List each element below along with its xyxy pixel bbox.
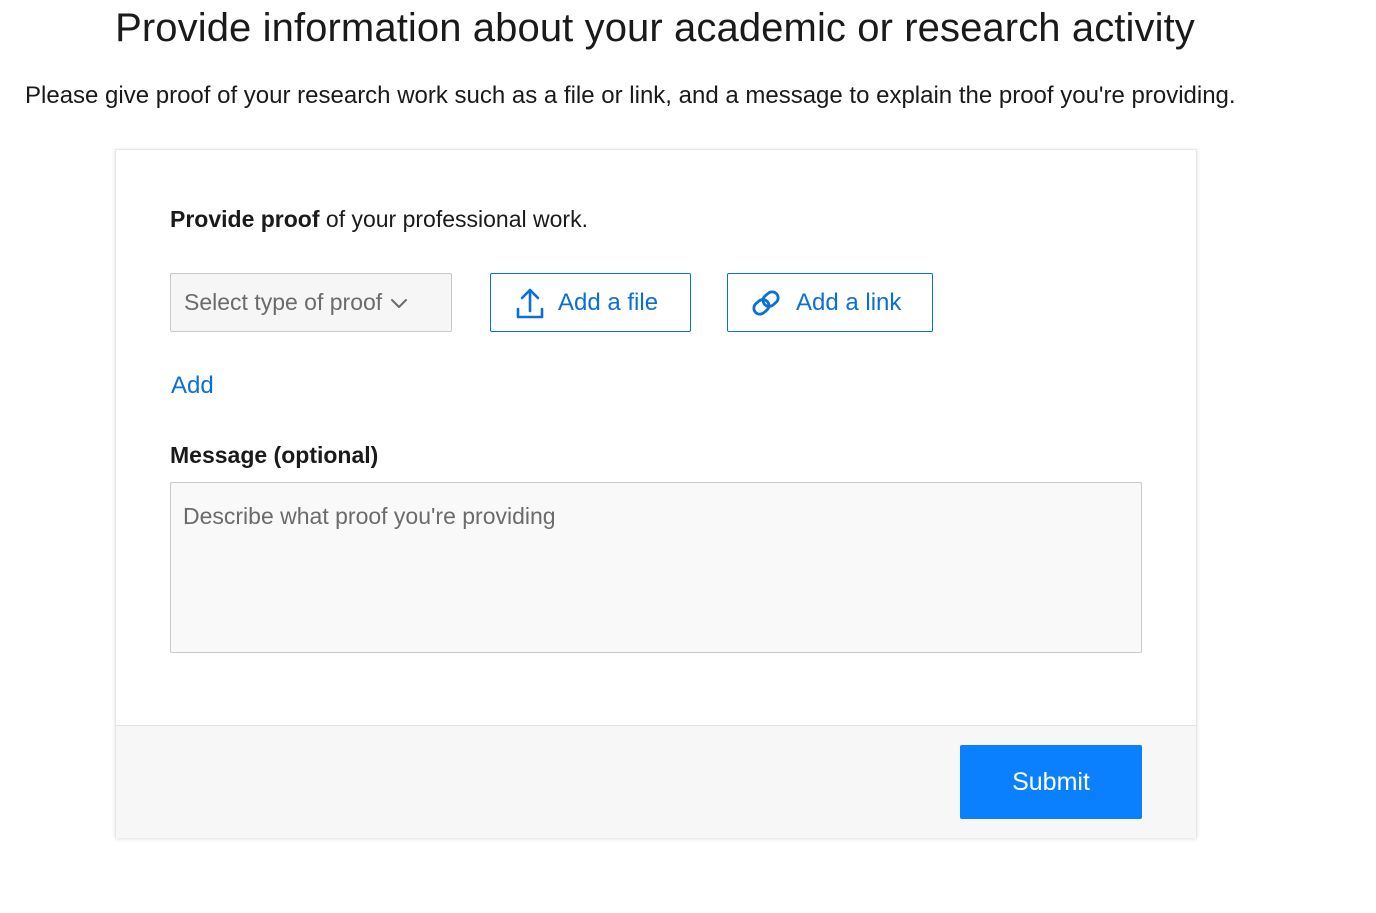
add-link-button[interactable]: Add a link: [727, 273, 933, 332]
link-icon: [750, 289, 782, 317]
proof-type-select[interactable]: Select type of proof: [170, 273, 452, 332]
proof-form-card: Provide proof of your professional work.…: [115, 149, 1197, 838]
add-link-button-label: Add a link: [796, 288, 902, 316]
page-subtitle: Please give proof of your research work …: [25, 82, 1236, 109]
chevron-down-icon: [390, 297, 408, 309]
page-title: Provide information about your academic …: [115, 6, 1195, 50]
submit-button[interactable]: Submit: [960, 745, 1142, 819]
add-proof-link[interactable]: Add: [171, 372, 214, 400]
add-file-button[interactable]: Add a file: [490, 273, 691, 332]
add-file-button-label: Add a file: [558, 288, 659, 316]
proof-heading: Provide proof of your professional work.: [170, 206, 588, 233]
upload-icon: [516, 287, 544, 319]
proof-heading-bold: Provide proof: [170, 206, 320, 232]
proof-type-select-label: Select type of proof: [184, 289, 383, 315]
card-footer: Submit: [116, 725, 1196, 838]
message-field[interactable]: [170, 482, 1142, 653]
message-label: Message (optional): [170, 442, 379, 468]
proof-heading-rest: of your professional work.: [319, 206, 588, 232]
